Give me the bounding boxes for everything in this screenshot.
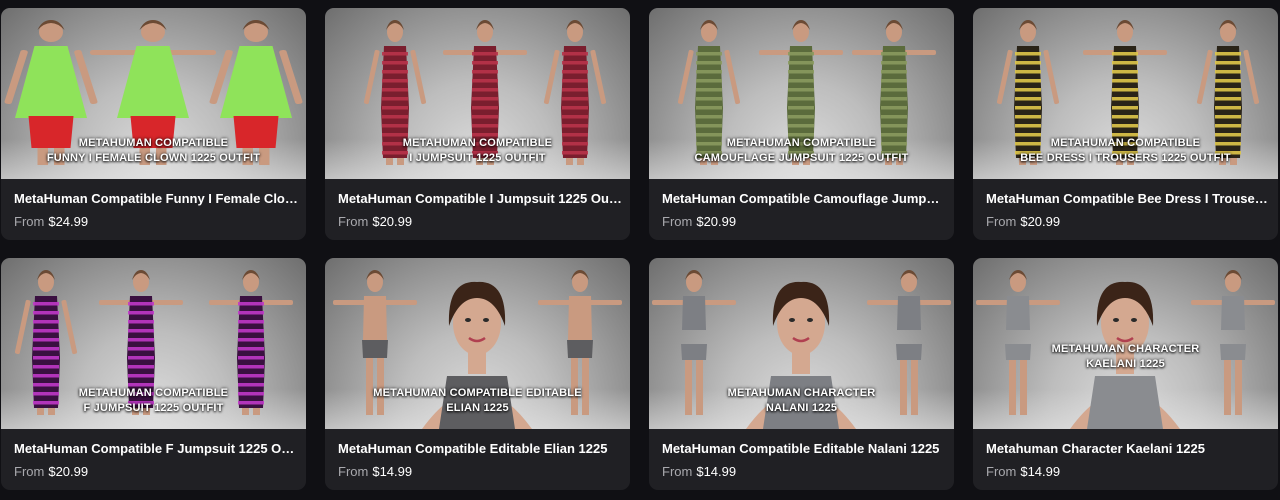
thumbnail-overlay-text: METAHUMAN COMPATIBLE EDITABLE ELIAN 1225 <box>325 386 630 416</box>
product-title[interactable]: MetaHuman Compatible I Jumpsuit 1225 Out… <box>338 191 622 206</box>
overlay-line-1: METAHUMAN COMPATIBLE <box>726 137 877 149</box>
overlay-line-2: I JUMPSUIT 1225 OUTFIT <box>409 152 546 164</box>
overlay-line-1: METAHUMAN COMPATIBLE <box>78 137 229 149</box>
product-price: $20.99 <box>1020 214 1061 229</box>
product-thumbnail[interactable]: METAHUMAN COMPATIBLE I JUMPSUIT 1225 OUTF… <box>325 8 630 179</box>
product-price: $14.99 <box>696 464 737 479</box>
product-title[interactable]: MetaHuman Compatible Editable Nalani 122… <box>662 441 946 456</box>
thumbnail-overlay-text: METAHUMAN COMPATIBLE F JUMPSUIT 1225 OUTF… <box>1 386 306 416</box>
product-card[interactable]: METAHUMAN COMPATIBLE EDITABLE ELIAN 1225 … <box>325 258 630 490</box>
price-row: From $14.99 <box>986 464 1060 479</box>
product-title[interactable]: MetaHuman Compatible Funny I Female Clow… <box>14 191 298 206</box>
product-title[interactable]: MetaHuman Compatible Bee Dress I Trouser… <box>986 191 1270 206</box>
price-row: From $20.99 <box>986 214 1060 229</box>
product-price: $14.99 <box>372 464 413 479</box>
product-price: $24.99 <box>48 214 89 229</box>
product-card[interactable]: METAHUMAN COMPATIBLE CAMOUFLAGE JUMPSUIT … <box>649 8 954 240</box>
product-thumbnail[interactable]: METAHUMAN COMPATIBLE F JUMPSUIT 1225 OUTF… <box>1 258 306 429</box>
overlay-line-1: METAHUMAN CHARACTER <box>1051 343 1200 355</box>
overlay-line-2: KAELANI 1225 <box>1086 358 1165 370</box>
product-card[interactable]: METAHUMAN COMPATIBLE I JUMPSUIT 1225 OUTF… <box>325 8 630 240</box>
from-label: From <box>14 464 45 479</box>
product-card[interactable]: METAHUMAN COMPATIBLE BEE DRESS I TROUSERS… <box>973 8 1278 240</box>
from-label: From <box>14 214 45 229</box>
overlay-line-2: ELIAN 1225 <box>446 402 509 414</box>
product-thumbnail[interactable]: METAHUMAN CHARACTER KAELANI 1225 <box>973 258 1278 429</box>
overlay-line-2: CAMOUFLAGE JUMPSUIT 1225 OUTFIT <box>694 152 909 164</box>
price-row: From $20.99 <box>662 214 736 229</box>
product-price: $20.99 <box>696 214 737 229</box>
product-thumbnail[interactable]: METAHUMAN COMPATIBLE BEE DRESS I TROUSERS… <box>973 8 1278 179</box>
product-grid: METAHUMAN COMPATIBLE FUNNY I FEMALE CLOWN… <box>0 0 1280 500</box>
thumbnail-overlay-text: METAHUMAN COMPATIBLE BEE DRESS I TROUSERS… <box>973 136 1278 166</box>
overlay-line-1: METAHUMAN COMPATIBLE <box>402 137 553 149</box>
overlay-line-1: METAHUMAN COMPATIBLE EDITABLE <box>373 387 582 399</box>
product-card[interactable]: METAHUMAN CHARACTER KAELANI 1225 Metahuma… <box>973 258 1278 490</box>
thumbnail-overlay-text: METAHUMAN COMPATIBLE FUNNY I FEMALE CLOWN… <box>1 136 306 166</box>
overlay-line-2: F JUMPSUIT 1225 OUTFIT <box>83 402 224 414</box>
from-label: From <box>986 464 1017 479</box>
thumbnail-overlay-text: METAHUMAN CHARACTER NALANI 1225 <box>649 386 954 416</box>
from-label: From <box>662 214 693 229</box>
product-thumbnail[interactable]: METAHUMAN COMPATIBLE EDITABLE ELIAN 1225 <box>325 258 630 429</box>
product-title[interactable]: MetaHuman Compatible Camouflage Jumpsuit… <box>662 191 946 206</box>
product-title[interactable]: MetaHuman Compatible Editable Elian 1225 <box>338 441 622 456</box>
product-title[interactable]: Metahuman Character Kaelani 1225 <box>986 441 1270 456</box>
thumbnail-overlay-text: METAHUMAN CHARACTER KAELANI 1225 <box>973 342 1278 372</box>
product-card[interactable]: METAHUMAN COMPATIBLE FUNNY I FEMALE CLOWN… <box>1 8 306 240</box>
from-label: From <box>338 214 369 229</box>
product-thumbnail[interactable]: METAHUMAN COMPATIBLE CAMOUFLAGE JUMPSUIT … <box>649 8 954 179</box>
price-row: From $20.99 <box>338 214 412 229</box>
from-label: From <box>338 464 369 479</box>
price-row: From $24.99 <box>14 214 88 229</box>
price-row: From $14.99 <box>662 464 736 479</box>
thumbnail-overlay-text: METAHUMAN COMPATIBLE I JUMPSUIT 1225 OUTF… <box>325 136 630 166</box>
product-price: $20.99 <box>48 464 89 479</box>
overlay-line-2: FUNNY I FEMALE CLOWN 1225 OUTFIT <box>46 152 261 164</box>
thumbnail-overlay-text: METAHUMAN COMPATIBLE CAMOUFLAGE JUMPSUIT … <box>649 136 954 166</box>
product-price: $14.99 <box>1020 464 1061 479</box>
product-thumbnail[interactable]: METAHUMAN CHARACTER NALANI 1225 <box>649 258 954 429</box>
product-title[interactable]: MetaHuman Compatible F Jumpsuit 1225 Out… <box>14 441 298 456</box>
overlay-line-2: BEE DRESS I TROUSERS 1225 OUTFIT <box>1020 152 1231 164</box>
overlay-line-2: NALANI 1225 <box>765 402 838 414</box>
overlay-line-1: METAHUMAN COMPATIBLE <box>78 387 229 399</box>
product-card[interactable]: METAHUMAN COMPATIBLE F JUMPSUIT 1225 OUTF… <box>1 258 306 490</box>
product-thumbnail[interactable]: METAHUMAN COMPATIBLE FUNNY I FEMALE CLOWN… <box>1 8 306 179</box>
overlay-line-1: METAHUMAN CHARACTER <box>727 387 876 399</box>
from-label: From <box>986 214 1017 229</box>
price-row: From $14.99 <box>338 464 412 479</box>
product-price: $20.99 <box>372 214 413 229</box>
from-label: From <box>662 464 693 479</box>
product-card[interactable]: METAHUMAN CHARACTER NALANI 1225 MetaHuman… <box>649 258 954 490</box>
overlay-line-1: METAHUMAN COMPATIBLE <box>1050 137 1201 149</box>
price-row: From $20.99 <box>14 464 88 479</box>
